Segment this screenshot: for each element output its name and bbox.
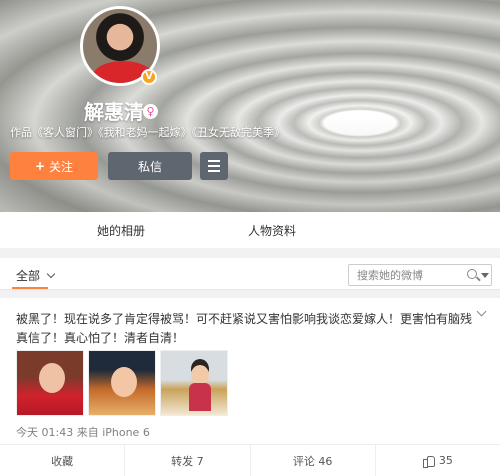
follow-label: 关注 (49, 159, 74, 174)
profile-name: 解惠清 (84, 100, 144, 124)
menu-line-icon (208, 165, 220, 167)
comment-label: 评论 46 (292, 454, 333, 468)
follow-button[interactable]: + 关注 (10, 152, 98, 180)
female-gender-icon: ♀ (143, 104, 158, 119)
feed-filter-bar: 全部 搜索她的微博 (0, 258, 500, 290)
verified-badge-icon: V (141, 69, 157, 85)
post-image[interactable] (160, 350, 228, 416)
filter-all-dropdown[interactable]: 全部 (16, 267, 56, 284)
search-icon[interactable] (467, 269, 477, 279)
post-image[interactable] (16, 350, 84, 416)
like-count: 35 (438, 454, 453, 467)
repost-label: 转发 7 (171, 454, 204, 468)
favorite-label: 收藏 (51, 454, 74, 468)
profile-cover: V 解惠清 ♀ 作品《客人窗门》《我和老妈一起嫁》《丑女无敌完美季》 + 关注 … (0, 0, 500, 212)
message-label: 私信 (137, 159, 162, 174)
menu-line-icon (208, 170, 220, 172)
tab-album[interactable]: 她的相册 (97, 222, 145, 239)
search-input[interactable]: 搜索她的微博 (348, 264, 492, 286)
post-text: 被黑了！现在说多了肯定得被骂！可不赶紧说又害怕影响我谈恋爱嫁人！更害怕有脑残真信… (16, 312, 473, 345)
repost-button[interactable]: 转发 7 (125, 445, 251, 476)
comment-button[interactable]: 评论 46 (251, 445, 376, 476)
tab-profile-info[interactable]: 人物资料 (248, 222, 296, 239)
active-filter-indicator (12, 287, 48, 289)
profile-tabs: 她的相册 人物资料 (0, 212, 500, 248)
favorite-button[interactable]: 收藏 (0, 445, 126, 476)
message-button[interactable]: 私信 (108, 152, 192, 180)
thumbs-up-icon (422, 455, 435, 468)
like-button[interactable]: 35 (376, 445, 500, 476)
feed-post: 被黑了！现在说多了肯定得被骂！可不赶紧说又害怕影响我谈恋爱嫁人！更害怕有脑残真信… (0, 298, 500, 476)
post-timestamp[interactable]: 今天 01:43 来自 iPhone 6 (16, 424, 150, 440)
post-images (16, 350, 228, 416)
search-placeholder: 搜索她的微博 (357, 269, 423, 282)
post-image[interactable] (88, 350, 156, 416)
post-actions: 收藏 转发 7 评论 46 35 (0, 444, 500, 476)
post-options-chevron-icon[interactable] (476, 306, 487, 317)
profile-intro: 作品《客人窗门》《我和老妈一起嫁》《丑女无敌完美季》 (10, 126, 285, 139)
menu-line-icon (208, 160, 220, 162)
more-menu-button[interactable] (200, 152, 228, 180)
chevron-down-icon (46, 269, 56, 278)
filter-all-label: 全部 (16, 269, 41, 283)
caret-down-icon[interactable] (481, 273, 489, 278)
plus-icon: + (34, 159, 46, 173)
